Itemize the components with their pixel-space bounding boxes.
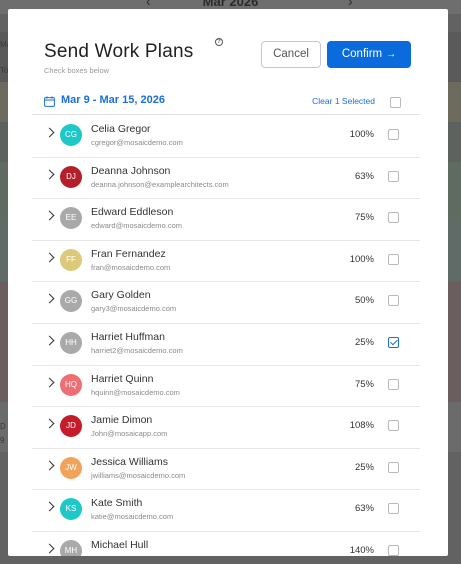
person-name: Celia Gregor [91, 123, 151, 135]
person-checkbox[interactable] [388, 295, 399, 307]
person-row: GG Gary Golden gary3@mosaicdemo.com 50% [32, 282, 420, 324]
person-checkbox[interactable] [388, 129, 399, 140]
person-checkbox[interactable] [388, 170, 399, 182]
person-checkbox[interactable] [388, 212, 399, 224]
avatar: JW [60, 456, 82, 479]
person-email: hquinn@mosaicdemo.com [91, 387, 180, 397]
person-name: Deanna Johnson [91, 164, 171, 177]
avatar: EE [60, 207, 82, 230]
chevron-right-icon[interactable] [44, 377, 55, 388]
bg-month-title: Mar 2026 [202, 0, 259, 9]
cancel-button[interactable]: Cancel [261, 41, 321, 68]
avatar: HH [60, 331, 82, 354]
calendar-icon[interactable] [44, 96, 55, 107]
person-row: JW Jessica Williams jwilliams@mosaicdemo… [32, 449, 420, 491]
chevron-right-icon[interactable] [44, 169, 55, 180]
person-checkbox[interactable] [388, 420, 399, 432]
capacity-percent: 63% [354, 170, 374, 182]
person-email: harriet2@mosaicdemo.com [91, 345, 183, 355]
person-name: Kate Smith [91, 497, 143, 510]
person-email: katie@mosaicdemo.com [91, 512, 174, 522]
capacity-percent: 75% [354, 378, 374, 390]
date-range-bar: Mar 9 - Mar 15, 2026 Clear 1 Selected [32, 91, 420, 115]
avatar: GG [60, 290, 82, 313]
bg-next-icon: › [348, 0, 353, 9]
avatar: FF [60, 248, 82, 271]
person-name: Edward Eddleson [91, 206, 174, 219]
chevron-right-icon[interactable] [44, 293, 55, 304]
avatar: CG [60, 124, 82, 146]
clear-selected-link[interactable]: Clear 1 Selected [312, 96, 375, 106]
capacity-percent: 25% [354, 461, 374, 473]
person-email: jwilliams@mosaicdemo.com [91, 470, 186, 480]
person-row: DJ Deanna Johnson deanna.johnson@example… [32, 158, 420, 200]
date-range-label[interactable]: Mar 9 - Mar 15, 2026 [61, 94, 165, 106]
modal-subtitle: Check boxes below [44, 66, 110, 75]
avatar: JD [60, 415, 82, 438]
person-email: fran@mosaicdemo.com [91, 262, 171, 272]
person-email: deanna.johnson@examplearchitects.com [91, 179, 229, 189]
capacity-percent: 75% [354, 212, 374, 224]
person-checkbox[interactable] [388, 336, 399, 348]
chevron-right-icon[interactable] [44, 501, 55, 512]
person-name: Gary Golden [91, 289, 151, 302]
person-email: John@mosaicapp.com [91, 429, 168, 439]
chevron-right-icon[interactable] [44, 127, 55, 138]
send-work-plans-modal: Send Work Plans ? Check boxes below Canc… [8, 9, 448, 556]
person-row: EE Edward Eddleson edward@mosaicdemo.com… [32, 199, 420, 241]
person-name: Michael Hull [91, 538, 149, 551]
confirm-button[interactable]: Confirm → [327, 41, 411, 68]
avatar: HQ [60, 373, 82, 396]
chevron-right-icon[interactable] [44, 210, 55, 221]
person-email: gary3@mosaicdemo.com [91, 304, 177, 314]
modal-title: Send Work Plans [44, 41, 194, 62]
chevron-right-icon[interactable] [44, 335, 55, 346]
capacity-percent: 108% [349, 420, 374, 432]
person-checkbox[interactable] [388, 253, 399, 265]
person-email: cgregor@mosaicdemo.com [91, 138, 183, 147]
person-checkbox[interactable] [388, 503, 399, 515]
person-name: Harriet Quinn [91, 372, 154, 385]
person-row: JD Jamie Dimon John@mosaicapp.com 108% [32, 407, 420, 449]
person-row: HH Harriet Huffman harriet2@mosaicdemo.c… [32, 324, 420, 366]
capacity-percent: 50% [354, 295, 374, 307]
chevron-right-icon[interactable] [44, 418, 55, 429]
avatar: KS [60, 498, 82, 521]
person-row: MH Michael Hull 140% [32, 532, 420, 556]
person-checkbox[interactable] [388, 544, 399, 556]
person-row: KS Kate Smith katie@mosaicdemo.com 63% [32, 490, 420, 532]
capacity-percent: 140% [349, 544, 374, 556]
person-email: edward@mosaicdemo.com [91, 221, 182, 231]
capacity-percent: 25% [354, 336, 374, 348]
person-name: Fran Fernandez [91, 247, 166, 260]
person-row: CG Celia Gregor cgregor@mosaicdemo.com 1… [32, 116, 420, 158]
capacity-percent: 100% [349, 129, 374, 140]
person-name: Jessica Williams [91, 455, 169, 468]
capacity-percent: 100% [349, 253, 374, 265]
select-all-checkbox[interactable] [390, 97, 401, 108]
chevron-right-icon[interactable] [44, 460, 55, 471]
arrow-right-icon: → [386, 49, 397, 60]
avatar: MH [60, 539, 82, 556]
person-checkbox[interactable] [388, 378, 399, 390]
avatar: DJ [60, 165, 82, 188]
capacity-percent: 63% [354, 503, 374, 515]
bg-side-label: 9 [0, 436, 5, 445]
confirm-button-label: Confirm [341, 48, 383, 60]
people-list: CG Celia Gregor cgregor@mosaicdemo.com 1… [32, 116, 420, 556]
person-row: HQ Harriet Quinn hquinn@mosaicdemo.com 7… [32, 366, 420, 408]
person-name: Jamie Dimon [91, 414, 153, 427]
chevron-right-icon[interactable] [44, 252, 55, 263]
bg-side-label: D [0, 422, 6, 431]
chevron-right-icon[interactable] [44, 543, 55, 554]
help-icon[interactable]: ? [215, 38, 223, 46]
person-row: FF Fran Fernandez fran@mosaicdemo.com 10… [32, 241, 420, 283]
person-checkbox[interactable] [388, 461, 399, 473]
person-name: Harriet Huffman [91, 330, 165, 343]
